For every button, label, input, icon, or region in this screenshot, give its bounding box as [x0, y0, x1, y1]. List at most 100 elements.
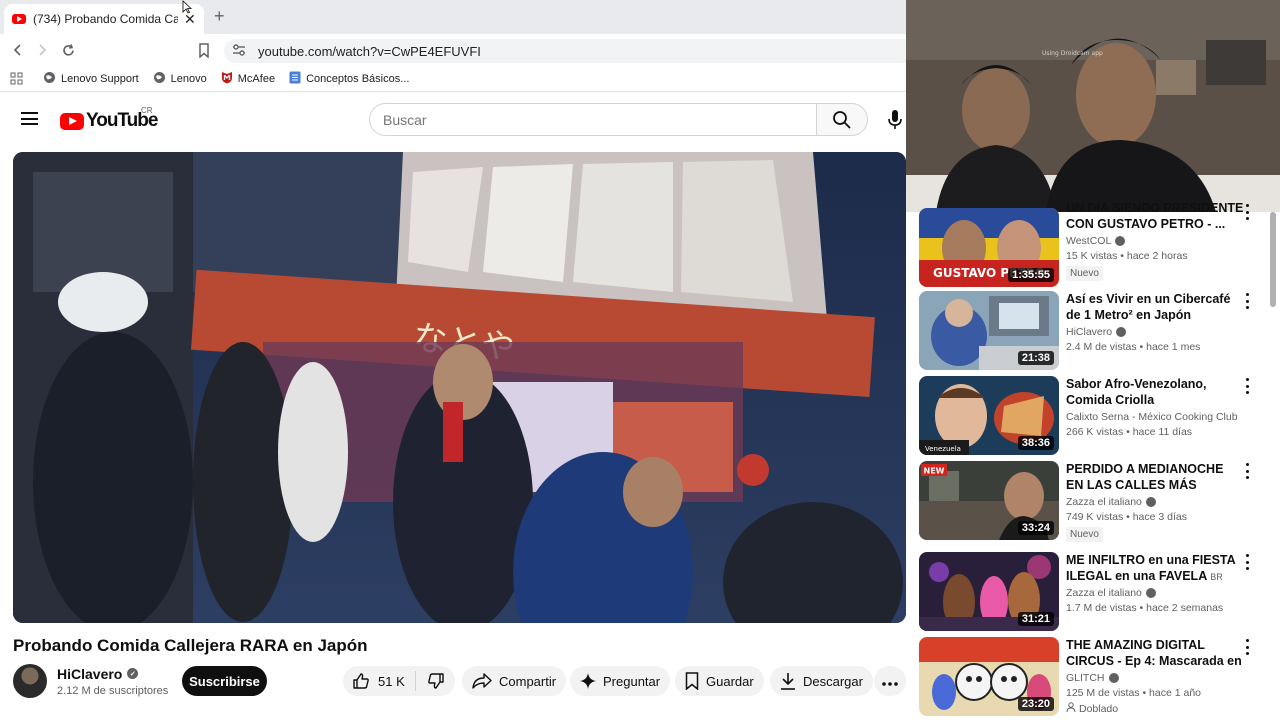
- bookmark-icon[interactable]: [192, 38, 216, 62]
- channel-name-row[interactable]: HiClavero ✓: [57, 666, 168, 682]
- recommendation-channel-row: Zazza el italiano: [1066, 496, 1244, 508]
- recommendation-channel-row: GLITCH: [1066, 672, 1244, 684]
- video-player[interactable]: なとや: [13, 152, 906, 623]
- download-button[interactable]: Descargar: [770, 666, 873, 696]
- youtube-logo[interactable]: YouTube CR: [60, 106, 158, 132]
- microphone-icon: [888, 110, 902, 129]
- video-duration: 23:20: [1017, 697, 1054, 711]
- recommendation-title[interactable]: UN DIA SIENDO PRESIDENTE CON GUSTAVO PET…: [1066, 200, 1244, 232]
- video-thumbnail[interactable]: 23:20: [919, 637, 1059, 716]
- search-button[interactable]: [816, 103, 868, 136]
- recommendation-item[interactable]: 21:38 Así es Vivir en un Cibercafé de 1 …: [919, 291, 1269, 371]
- recommendation-item[interactable]: 23:20 THE AMAZING DIGITAL CIRCUS - Ep 4:…: [919, 637, 1269, 717]
- dubbed-badge-row: Doblado: [1066, 702, 1244, 715]
- new-badge: Nuevo: [1066, 527, 1103, 542]
- verified-icon: [1108, 673, 1119, 683]
- screen: (734) Probando Comida Callejera ✕ + yout…: [0, 0, 1280, 720]
- video-thumbnail[interactable]: 21:38: [919, 291, 1059, 370]
- subscriber-count: 2.12 M de suscriptores: [57, 684, 169, 697]
- country-flag-label: BR: [1210, 572, 1223, 582]
- sidebar-scrollbar[interactable]: [1270, 212, 1276, 307]
- like-button[interactable]: 51 K: [343, 672, 415, 690]
- browser-tab-strip: (734) Probando Comida Callejera ✕ +: [0, 0, 910, 34]
- recommendation-title[interactable]: Así es Vivir en un Cibercafé de 1 Metro²…: [1066, 291, 1244, 323]
- youtube-favicon-icon: [12, 14, 26, 24]
- video-duration: 21:38: [1017, 351, 1054, 365]
- share-button[interactable]: Compartir: [462, 666, 567, 696]
- download-icon: [780, 672, 796, 690]
- video-thumbnail[interactable]: GUSTAVO PETRO 1:35:55: [919, 208, 1059, 287]
- bookmark-lenovo-support[interactable]: Lenovo Support: [43, 71, 139, 87]
- channel-name[interactable]: HiClavero: [57, 666, 122, 682]
- search-icon: [833, 110, 851, 129]
- dislike-button[interactable]: [416, 672, 455, 690]
- recommendation-item[interactable]: 31:21 ME INFILTRO en una FIESTA ILEGAL e…: [919, 552, 1269, 632]
- recommendation-title[interactable]: PERDIDO A MEDIANOCHE EN LAS CALLES MÁS P…: [1066, 461, 1244, 493]
- more-vertical-icon[interactable]: [1243, 293, 1251, 309]
- like-dislike-group: 51 K: [343, 666, 455, 696]
- more-actions-button[interactable]: [874, 666, 906, 696]
- bookmark-lenovo[interactable]: Lenovo: [153, 71, 207, 87]
- recommendation-item[interactable]: NEW 33:24 PERDIDO A MEDIANOCHE EN LAS CA…: [919, 461, 1269, 551]
- globe-icon: [153, 71, 166, 87]
- mouse-cursor-icon: [182, 0, 193, 19]
- video-duration: 33:24: [1017, 521, 1054, 535]
- url-text: youtube.com/watch?v=CwPE4EFUVFI: [258, 43, 481, 59]
- reload-icon[interactable]: [56, 38, 80, 62]
- recommendation-meta: 749 K vistas • hace 3 días: [1066, 511, 1187, 523]
- recommendation-meta: 15 K vistas • hace 2 horas: [1066, 250, 1188, 262]
- search-input[interactable]: [369, 103, 817, 136]
- channel-info: HiClavero ✓ 2.12 M de suscriptores: [13, 664, 168, 698]
- recommendation-title[interactable]: ME INFILTRO en una FIESTA ILEGAL en una …: [1066, 552, 1244, 584]
- recommendation-channel-row: Zazza el italiano: [1066, 587, 1244, 599]
- recommendation-title[interactable]: THE AMAZING DIGITAL CIRCUS - Ep 4: Masca…: [1066, 637, 1244, 669]
- webcam-overlay: Using Droidcam app: [906, 0, 1280, 212]
- video-thumbnail[interactable]: NEW 33:24: [919, 461, 1059, 540]
- more-vertical-icon[interactable]: [1243, 463, 1251, 479]
- new-thumbnail-label: NEW: [924, 467, 945, 476]
- video-duration: 31:21: [1017, 612, 1054, 626]
- video-thumbnail[interactable]: Venezuela 38:36: [919, 376, 1059, 455]
- recommendation-channel-row: HiClavero: [1066, 326, 1244, 338]
- bookmark-save-icon: [685, 672, 699, 690]
- more-vertical-icon[interactable]: [1243, 554, 1251, 570]
- verified-icon: [1116, 327, 1127, 337]
- menu-icon[interactable]: [21, 112, 38, 125]
- verified-icon: ✓: [127, 668, 139, 679]
- more-vertical-icon[interactable]: [1243, 378, 1251, 394]
- channel-avatar[interactable]: [13, 664, 47, 698]
- ask-button[interactable]: Preguntar: [570, 666, 671, 696]
- thumbs-down-icon: [427, 673, 444, 689]
- video-duration: 1:35:55: [1008, 268, 1054, 282]
- new-tab-icon[interactable]: +: [214, 6, 225, 27]
- recommendation-meta: 1.7 M de vistas • hace 2 semanas: [1066, 602, 1224, 614]
- recommendation-item[interactable]: Venezuela 38:36 Sabor Afro-Venezolano, C…: [919, 376, 1269, 456]
- site-settings-icon[interactable]: [232, 43, 246, 59]
- youtube-header: YouTube CR: [0, 96, 910, 142]
- browser-tab-active[interactable]: (734) Probando Comida Callejera ✕: [4, 4, 204, 34]
- address-bar[interactable]: youtube.com/watch?v=CwPE4EFUVFI: [224, 39, 910, 63]
- save-button[interactable]: Guardar: [675, 666, 764, 696]
- subscribe-button[interactable]: Suscribirse: [182, 666, 267, 696]
- recommendation-title[interactable]: Sabor Afro-Venezolano, Comida Criolla: [1066, 376, 1244, 408]
- mcafee-shield-icon: [221, 71, 233, 87]
- sparkle-icon: [580, 673, 596, 689]
- droidcam-watermark: Using Droidcam app: [1042, 50, 1103, 57]
- forward-icon[interactable]: [30, 38, 54, 62]
- more-vertical-icon[interactable]: [1243, 639, 1251, 655]
- apps-grid-icon[interactable]: [10, 72, 23, 85]
- video-duration: 38:36: [1017, 436, 1054, 450]
- dubbed-label: Doblado: [1079, 702, 1119, 715]
- recommendation-meta: 266 K vistas • hace 11 días: [1066, 426, 1193, 438]
- video-title: Probando Comida Callejera RARA en Japón: [13, 636, 368, 655]
- more-horizontal-icon: [882, 674, 898, 689]
- video-thumbnail[interactable]: 31:21: [919, 552, 1059, 631]
- more-vertical-icon[interactable]: [1243, 204, 1251, 220]
- dubbed-icon: [1066, 702, 1076, 715]
- recommendation-item[interactable]: GUSTAVO PETRO 1:35:55 UN DIA SIENDO PRES…: [919, 200, 1269, 288]
- recommendation-meta: 125 M de vistas • hace 1 año: [1066, 687, 1202, 699]
- bookmark-mcafee[interactable]: McAfee: [221, 71, 275, 87]
- back-icon[interactable]: [6, 38, 30, 62]
- bookmark-conceptos-basicos[interactable]: Conceptos Básicos...: [289, 71, 409, 87]
- thumbnail-text: Venezuela: [925, 445, 961, 453]
